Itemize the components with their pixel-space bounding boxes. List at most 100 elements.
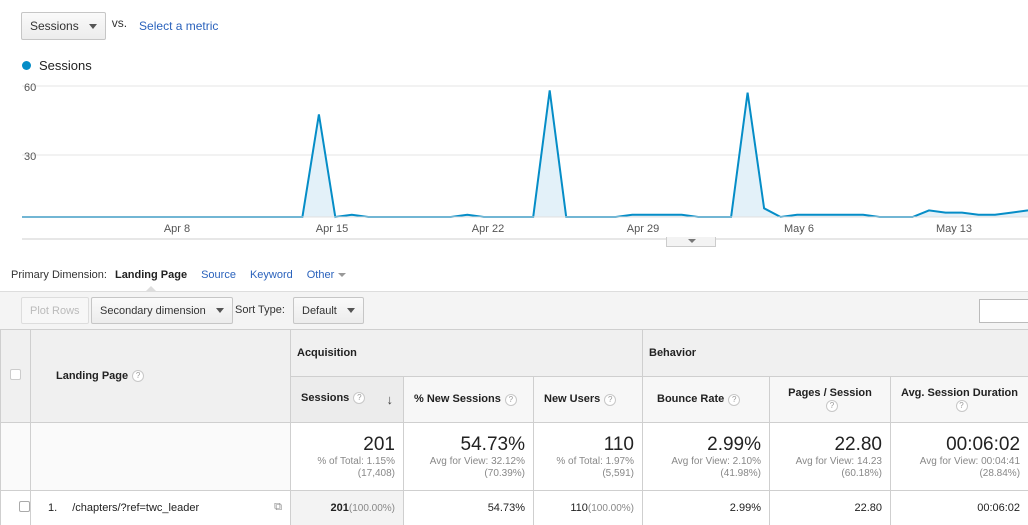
total-pages-session-base: (60.18%) [841, 467, 882, 479]
chevron-down-icon [338, 273, 347, 278]
chevron-down-icon [88, 23, 97, 29]
help-icon[interactable]: ? [604, 393, 617, 406]
primary-dimension-bar: Primary Dimension: Landing Page Source K… [11, 269, 360, 292]
help-icon[interactable]: ? [728, 393, 741, 406]
dimension-keyword-link[interactable]: Keyword [250, 269, 293, 281]
plot-rows-button[interactable]: Plot Rows [21, 297, 89, 324]
x-tick-apr15: Apr 15 [316, 223, 348, 235]
row-checkbox[interactable] [19, 501, 30, 512]
pages-session-column-header[interactable]: Pages / Session? [769, 376, 891, 423]
total-bounce-rate: 2.99% Avg for View: 2.10% (41.98%) [642, 422, 770, 491]
select-metric-link[interactable]: Select a metric [139, 19, 218, 33]
sessions-line [22, 90, 1028, 219]
row-avg-duration: 00:06:02 [889, 490, 1028, 525]
sessions-area [22, 90, 1028, 217]
landing-page-cell: 1. /chapters/?ref=twc_leader ⧉ [30, 490, 291, 525]
total-avg-duration-base: (28.84%) [979, 467, 1021, 479]
new-users-header-label: New Users [544, 393, 601, 406]
help-icon[interactable]: ? [132, 370, 145, 383]
dimension-other-menu[interactable]: Other [307, 269, 347, 281]
dimension-source-link[interactable]: Source [201, 269, 236, 281]
total-new-sessions: 54.73% Avg for View: 32.12% (70.39%) [403, 422, 534, 491]
behavior-group-header: Behavior [641, 329, 1028, 377]
row-pages-session: 22.80 [769, 490, 891, 525]
total-new-users-note: % of Total: 1.97% [556, 455, 634, 467]
metric-dropdown[interactable]: Sessions [21, 12, 106, 40]
avg-duration-column-header[interactable]: Avg. Session Duration? [889, 376, 1028, 423]
sort-type-label: Sort Type: [235, 304, 285, 316]
y-tick-30: 30 [24, 151, 36, 163]
row-new-users-value: 110 [570, 502, 588, 514]
report-table: Landing Page? Acquisition Behavior Sessi… [0, 329, 1028, 525]
new-users-column-header[interactable]: New Users? [533, 376, 643, 423]
sort-type-value: Default [302, 304, 337, 317]
pages-session-header-label: Pages / Session [788, 387, 872, 400]
landing-page-header[interactable]: Landing Page? [30, 329, 291, 423]
dimension-other-label: Other [306, 269, 335, 281]
table-row: 1. /chapters/?ref=twc_leader ⧉ 201(100.0… [0, 490, 1028, 525]
metric-selector-bar: Sessions vs. Select a metric [21, 12, 218, 40]
secondary-dimension-dropdown[interactable]: Secondary dimension [91, 297, 233, 324]
help-icon[interactable]: ? [353, 392, 366, 405]
total-avg-duration-value: 00:06:02 [946, 433, 1021, 455]
chart-legend: Sessions [22, 58, 92, 73]
total-bounce-rate-base: (41.98%) [720, 467, 761, 479]
total-pages-session: 22.80 Avg for View: 14.23 (60.18%) [769, 422, 891, 491]
total-bounce-rate-note: Avg for View: 2.10% [671, 455, 761, 467]
landing-page-header-label: Landing Page [56, 369, 129, 382]
select-all-checkbox[interactable] [10, 369, 21, 380]
chevron-down-icon [346, 308, 355, 313]
row-new-users-cell: 110(100.00%) [533, 490, 643, 525]
row-checkbox-cell [0, 490, 31, 525]
x-tick-apr22: Apr 22 [472, 223, 504, 235]
total-sessions-note: % of Total: 1.15% [317, 455, 395, 467]
chevron-down-icon [688, 239, 696, 243]
open-link-icon[interactable]: ⧉ [274, 501, 282, 514]
row-bounce-rate: 2.99% [642, 490, 770, 525]
sessions-column-header[interactable]: Sessions? ↓ [290, 376, 404, 423]
chart-resize-handle[interactable] [666, 237, 716, 247]
help-icon[interactable]: ? [826, 399, 838, 412]
vs-label: vs. [111, 16, 128, 30]
total-bounce-rate-value: 2.99% [707, 433, 761, 455]
y-tick-60: 60 [24, 82, 36, 94]
legend-series-label: Sessions [39, 58, 92, 73]
total-new-sessions-base: (70.39%) [484, 467, 525, 479]
total-new-sessions-value: 54.73% [460, 433, 525, 455]
total-pages-session-note: Avg for View: 14.23 [795, 455, 882, 467]
row-new-sessions: 54.73% [403, 490, 534, 525]
total-avg-duration-note: Avg for View: 00:04:41 [919, 455, 1021, 467]
row-index: 1. [48, 502, 58, 514]
total-new-users-base: (5,591) [602, 467, 634, 479]
table-toolbar: Plot Rows Secondary dimension Sort Type:… [0, 291, 1028, 329]
row-new-users-pct: (100.00%) [587, 503, 634, 514]
total-sessions-base: (17,408) [357, 467, 395, 479]
bounce-rate-column-header[interactable]: Bounce Rate? [642, 376, 770, 423]
avg-duration-header-label: Avg. Session Duration [901, 387, 1018, 400]
row-sessions-value: 201 [330, 502, 349, 514]
x-tick-may13: May 13 [936, 223, 972, 235]
secondary-dimension-label: Secondary dimension [100, 304, 206, 317]
table-search-input[interactable] [979, 299, 1028, 323]
total-pages-session-value: 22.80 [834, 433, 882, 455]
new-sessions-header-label: % New Sessions [414, 393, 501, 406]
x-tick-apr29: Apr 29 [627, 223, 659, 235]
legend-dot-icon [22, 61, 31, 70]
new-sessions-column-header[interactable]: % New Sessions? [403, 376, 534, 423]
sessions-header-label: Sessions [301, 392, 350, 404]
total-sessions: 201% of Total: 1.15% (17,408) [290, 422, 404, 491]
dimension-landing-page: Landing Page [114, 269, 188, 292]
metric-dropdown-label: Sessions [30, 19, 79, 33]
sort-type-dropdown[interactable]: Default [293, 297, 364, 324]
help-icon[interactable]: ? [955, 399, 968, 412]
totals-empty-cell [0, 422, 31, 491]
row-sessions-pct: (100.00%) [348, 503, 395, 514]
totals-row: 201% of Total: 1.15% (17,408) 54.73% Avg f… [0, 422, 1028, 491]
primary-dimension-label: Primary Dimension: [11, 269, 107, 281]
chevron-down-icon [215, 308, 224, 313]
acquisition-group-header: Acquisition [290, 329, 643, 377]
total-avg-duration: 00:06:02 Avg for View: 00:04:41 (28.84%) [889, 422, 1028, 491]
help-icon[interactable]: ? [504, 393, 517, 406]
total-sessions-value: 201 [363, 433, 395, 455]
landing-page-link[interactable]: /chapters/?ref=twc_leader [72, 502, 199, 514]
